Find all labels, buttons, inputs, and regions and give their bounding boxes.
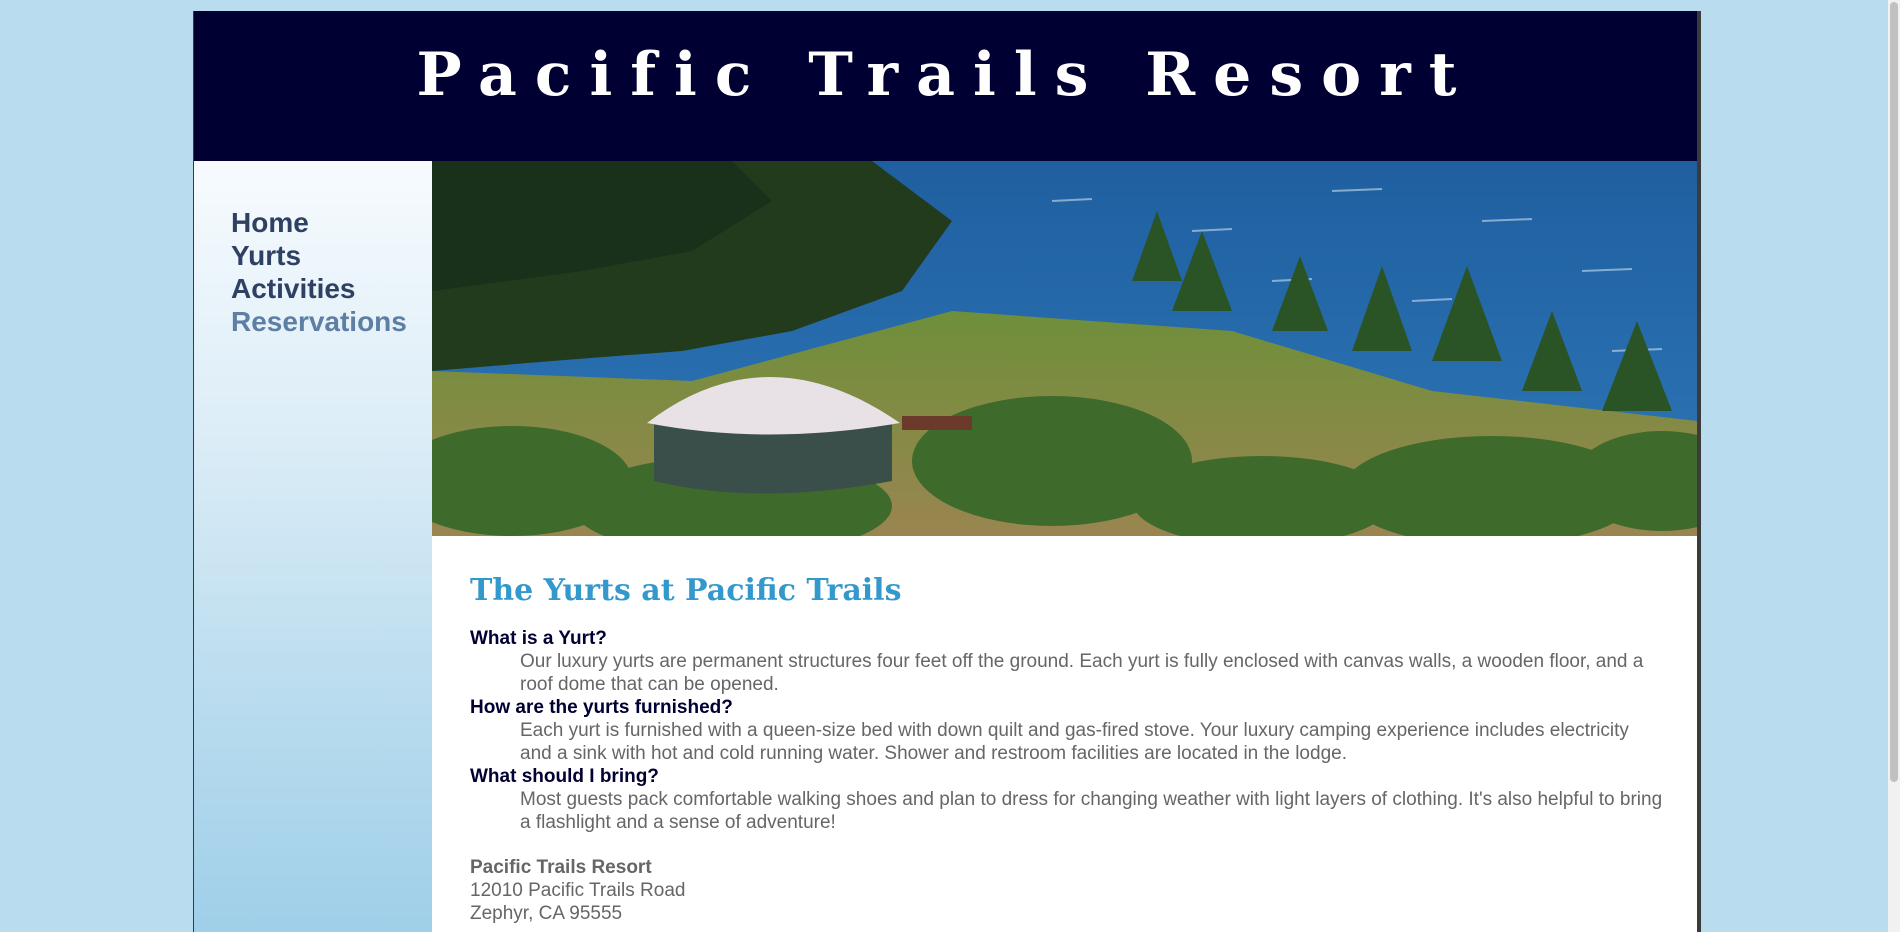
page-scrollbar[interactable] xyxy=(1888,0,1900,932)
scrollbar-thumb[interactable] xyxy=(1890,2,1898,782)
contact-info: Pacific Trails Resort 12010 Pacific Trai… xyxy=(470,856,1665,925)
faq-answer: Our luxury yurts are permanent structure… xyxy=(520,651,1644,695)
main-content: The Yurts at Pacific Trails What is a Yu… xyxy=(470,571,1665,925)
faq-question: How are the yurts furnished? xyxy=(470,697,733,718)
nav-link-home[interactable]: Home xyxy=(231,206,407,239)
sidebar: Home Yurts Activities Reservations xyxy=(194,161,432,932)
nav-link-reservations[interactable]: Reservations xyxy=(231,305,407,338)
faq-question: What should I bring? xyxy=(470,766,659,787)
site-header: Pacific Trails Resort xyxy=(194,11,1697,161)
hero-image xyxy=(432,161,1697,536)
page-wrapper: Pacific Trails Resort Home Yurts Activit… xyxy=(193,11,1697,932)
contact-street: 12010 Pacific Trails Road xyxy=(470,880,686,901)
faq-list: What is a Yurt? Our luxury yurts are per… xyxy=(470,627,1665,834)
contact-city: Zephyr, CA 95555 xyxy=(470,903,623,924)
faq-question: What is a Yurt? xyxy=(470,628,607,649)
page-heading: The Yurts at Pacific Trails xyxy=(470,573,902,608)
faq-answer: Most guests pack comfortable walking sho… xyxy=(520,789,1663,833)
hero-illustration xyxy=(432,161,1697,536)
main-nav: Home Yurts Activities Reservations xyxy=(231,206,407,338)
faq-answer: Each yurt is furnished with a queen-size… xyxy=(520,720,1629,764)
site-title: Pacific Trails Resort xyxy=(416,40,1475,110)
nav-link-activities[interactable]: Activities xyxy=(231,272,407,305)
nav-link-yurts[interactable]: Yurts xyxy=(231,239,407,272)
contact-name: Pacific Trails Resort xyxy=(470,857,652,878)
